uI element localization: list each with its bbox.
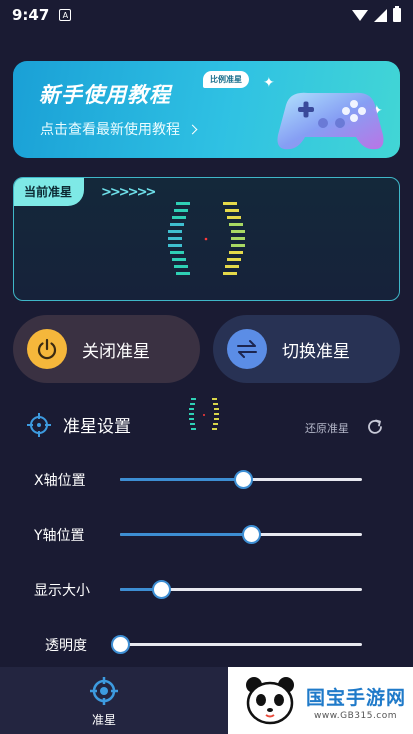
crosshair-preview-icon (168, 202, 245, 275)
banner-title: 新手使用教程 (39, 83, 171, 107)
slider-thumb[interactable] (234, 470, 254, 489)
banner-subtitle: 点击查看最新使用教程 (40, 122, 180, 138)
slider-label: X轴位置 (34, 473, 86, 489)
slider-label: 透明度 (45, 638, 87, 654)
slider-thumb[interactable] (111, 635, 130, 654)
reset-crosshair-button[interactable]: 还原准星 (305, 420, 349, 436)
slider-track[interactable] (120, 580, 362, 599)
watermark-url: www.GB315.com (314, 711, 398, 721)
watermark-name: 国宝手游网 (306, 687, 407, 709)
crosshair-icon (27, 412, 51, 437)
signal-icon (374, 8, 387, 22)
nav-item-crosshair[interactable]: 准星 (80, 677, 128, 728)
slider-thumb[interactable] (152, 580, 172, 599)
refresh-icon[interactable] (365, 417, 385, 437)
current-crosshair-panel: 当前准星 >>>>>> (13, 177, 400, 301)
slider-track[interactable] (120, 525, 362, 544)
slider-track[interactable] (120, 470, 362, 489)
slider-label: Y轴位置 (34, 528, 85, 544)
current-crosshair-tag: 当前准星 (14, 178, 85, 206)
slider-y-position: Y轴位置 (0, 519, 413, 549)
slider-x-position: X轴位置 (0, 464, 413, 494)
crosshair-icon (90, 677, 118, 705)
gamepad-icon (277, 92, 384, 150)
status-icons (352, 6, 401, 22)
swap-icon (227, 329, 267, 369)
close-crosshair-label: 关闭准星 (82, 341, 150, 362)
panda-logo-icon (246, 677, 294, 725)
battery-icon (393, 6, 401, 22)
nav-label: 准星 (91, 713, 116, 727)
switch-crosshair-button[interactable]: 切换准星 (213, 315, 400, 383)
arrows-decoration: >>>>>> (101, 185, 156, 200)
close-crosshair-button[interactable]: 关闭准星 (13, 315, 200, 383)
banner-link[interactable]: 点击查看最新使用教程 (40, 119, 198, 139)
slider-track[interactable] (111, 635, 362, 654)
banner-tag: 比例准星 (203, 71, 249, 88)
wifi-icon (352, 9, 368, 21)
slider-thumb[interactable] (241, 525, 261, 544)
slider-fill (120, 533, 251, 536)
status-time: 9:47 (12, 6, 50, 24)
settings-title: 准星设置 (63, 417, 131, 437)
switch-crosshair-label: 切换准星 (282, 341, 350, 362)
status-bar: 9:47 A (0, 0, 413, 30)
slider-opacity: 透明度 (0, 629, 413, 659)
slider-label: 显示大小 (34, 583, 90, 599)
chevron-right-icon (187, 124, 198, 134)
tutorial-banner[interactable]: 新手使用教程 比例准星 点击查看最新使用教程 ✦ ✦ (13, 61, 400, 158)
notification-icon: A (59, 9, 72, 21)
crosshair-settings-header: 准星设置 (27, 412, 131, 437)
power-icon (27, 329, 67, 369)
slider-size: 显示大小 (0, 574, 413, 604)
floating-crosshair-icon[interactable] (185, 396, 223, 434)
watermark: 国宝手游网 www.GB315.com (228, 667, 413, 734)
slider-fill (120, 478, 244, 481)
